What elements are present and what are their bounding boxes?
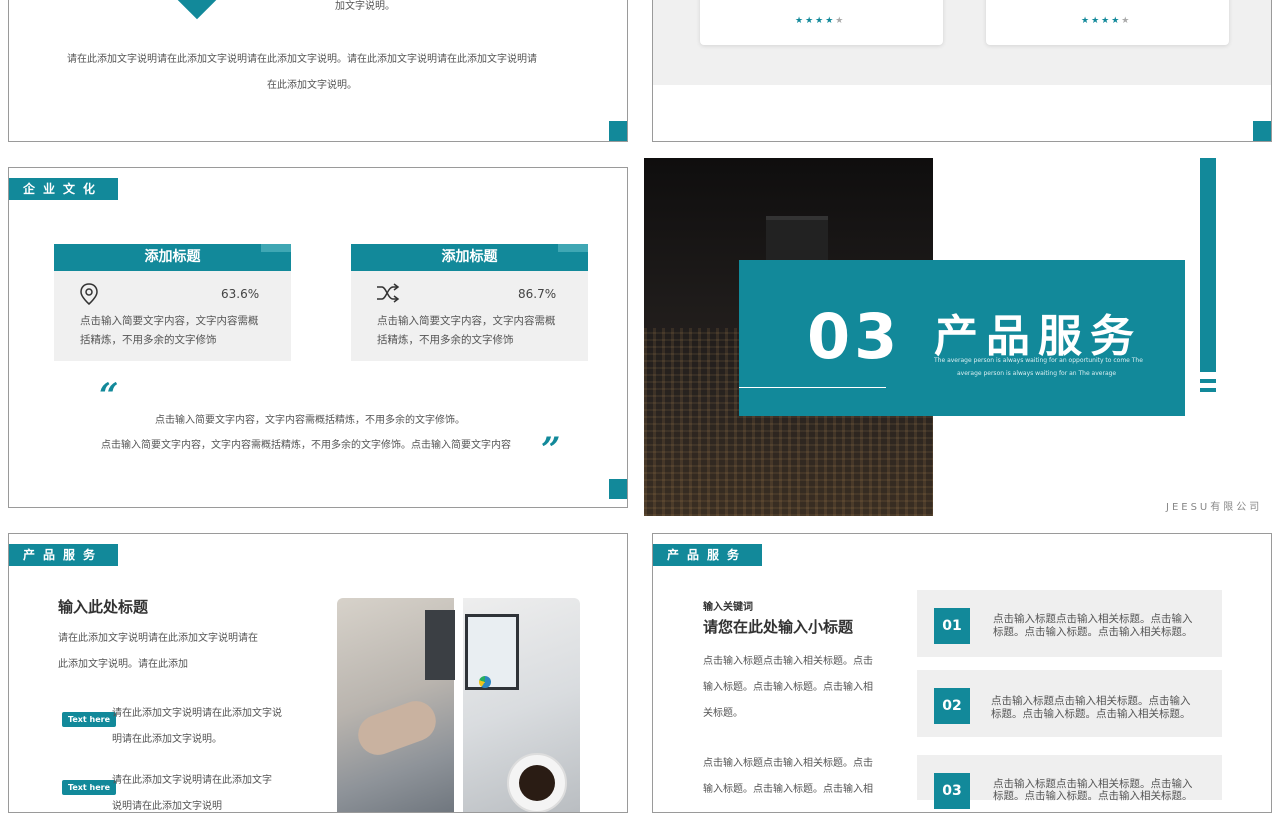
office-photo-right [463,598,580,812]
accent-stripe [1200,388,1216,392]
title-panel: 03 产品服务 The average person is always wai… [739,260,1185,416]
subtitle: 请您在此处输入小标题 [703,618,854,636]
item-text-line2: 说明请在此添加文字说明 [112,801,222,812]
quote-close-mark: ” [541,430,561,470]
section-tag: 产品服务 [653,544,762,566]
rating-stars: ★★★★★ [1081,16,1132,26]
review-card-left: ★★★★★ [700,0,943,45]
card-percent: 63.6% [221,287,260,301]
quote-line-2: 点击输入简要文字内容，文字内容需概括精炼，不用多余的文字修饰。点击输入简要文字内… [101,440,511,451]
coffee [519,765,555,801]
numbered-row[interactable]: 02 点击输入标题点击输入相关标题。点击输入 标题。点击输入标题。点击输入相关标… [917,670,1222,737]
shuffle-icon [377,283,400,303]
laptop-screen [465,614,519,690]
arm-shape [352,695,442,761]
info-card[interactable]: 添加标题 63.6% 点击输入简要文字内容，文字内容需概 括精炼，不用多余的文字… [54,244,291,361]
diamond-shape [168,0,226,20]
section-tag: 企业文化 [9,178,118,200]
row-text-line2: 标题。点击输入标题。点击输入相关标题。 [991,708,1191,720]
slide1-description: 请在此添加文字说明请在此添加文字说明请在此添加文字说明。请在此添加文字说明请在此… [67,54,537,65]
vertical-accent-bar [1200,158,1216,372]
item-text-line1: 请在此添加文字说明请在此添加文字 [112,775,272,786]
para-b-line: 输入标题。点击输入标题。点击输入相 [703,784,873,795]
para-a-line: 点击输入标题点击输入相关标题。点击 [703,656,873,667]
card-text-line2: 括精炼，不用多余的文字修饰 [377,334,514,346]
numbered-row[interactable]: 03 点击输入标题点击输入相关标题。点击输入 标题。点击输入标题。点击输入相关标… [917,755,1222,809]
row-number: 03 [934,773,970,809]
slide-2[interactable]: ★★★★★ ★★★★★ [652,0,1272,142]
row-number: 01 [934,608,970,644]
card-text-line2: 括精炼，不用多余的文字修饰 [80,334,217,346]
review-card-right: ★★★★★ [986,0,1229,45]
card-text-line1: 点击输入简要文字内容，文字内容需概 [377,315,556,327]
card-title: 添加标题 [351,244,588,271]
slide5-heading: 输入此处标题 [58,598,149,616]
para-b-line: 点击输入标题点击输入相关标题。点击 [703,758,873,769]
corner-accent [1253,121,1271,141]
quote-line-1: 点击输入简要文字内容，文字内容需概括精炼，不用多余的文字修饰。 [155,415,465,426]
para-a-line: 输入标题。点击输入标题。点击输入相 [703,682,873,693]
company-name: JEESU有限公司 [1166,502,1263,513]
pie-chart-on-screen [479,676,491,688]
section-tag: 产品服务 [9,544,118,566]
slide-3-culture[interactable]: 企业文化 添加标题 63.6% 点击输入简要文字内容，文字内容需概 括精炼，不用… [8,167,628,508]
item-text-line2: 明请在此添加文字说明。 [112,734,222,745]
para-a-line: 关标题。 [703,708,743,719]
row-number: 02 [934,688,970,724]
slide1-description-line2: 在此添加文字说明。 [267,80,357,91]
coffee-cup [507,753,567,812]
section-subtitle-line1: The average person is always waiting for… [934,357,1143,364]
number-underline [739,387,886,388]
section-number: 03 [807,300,902,373]
text-here-badge: Text here [62,780,116,795]
text-here-badge: Text here [62,712,116,727]
card-head-tab [558,244,588,252]
info-card[interactable]: 添加标题 86.7% 点击输入简要文字内容，文字内容需概 括精炼，不用多余的文字… [351,244,588,361]
item-text-line1: 请在此添加文字说明请在此添加文字说 [112,708,282,719]
card-title: 添加标题 [54,244,291,271]
rating-stars: ★★★★★ [795,16,846,26]
row-text-line1: 点击输入标题点击输入相关标题。点击输入 [991,695,1191,707]
corner-accent [609,121,627,141]
section-title: 产品服务 [934,311,1142,362]
card-head-tab [261,244,291,252]
slide5-paragraph-line1: 请在此添加文字说明请在此添加文字说明请在 [58,633,258,644]
top-fragment-text: 加文字说明。 [335,1,395,12]
row-text-line1: 点击输入标题点击输入相关标题。点击输入 [993,613,1193,625]
card-percent: 86.7% [518,287,557,301]
numbered-row[interactable]: 01 点击输入标题点击输入相关标题。点击输入 标题。点击输入标题。点击输入相关标… [917,590,1222,657]
section-subtitle-line2: average person is always waiting for an … [957,370,1117,377]
slide-1[interactable]: 加文字说明。 请在此添加文字说明请在此添加文字说明请在此添加文字说明。请在此添加… [8,0,628,142]
row-text-line2: 标题。点击输入标题。点击输入相关标题。 [993,790,1193,802]
accent-stripe [1200,379,1216,383]
keyword-label: 输入关键词 [703,602,753,613]
slide-5-product-service[interactable]: 产品服务 输入此处标题 请在此添加文字说明请在此添加文字说明请在 此添加文字说明… [8,533,628,813]
office-photo-left [337,598,455,812]
slide-4-section-title[interactable]: 03 产品服务 The average person is always wai… [644,158,1272,516]
location-pin-icon [80,283,98,305]
row-text-line2: 标题。点击输入标题。点击输入相关标题。 [993,626,1193,638]
laptop-screen [425,610,455,680]
quote-open-mark: “ [99,376,119,416]
corner-accent [609,479,627,499]
card-text-line1: 点击输入简要文字内容，文字内容需概 [80,315,259,327]
slide5-paragraph-line2: 此添加文字说明。请在此添加 [58,659,188,670]
